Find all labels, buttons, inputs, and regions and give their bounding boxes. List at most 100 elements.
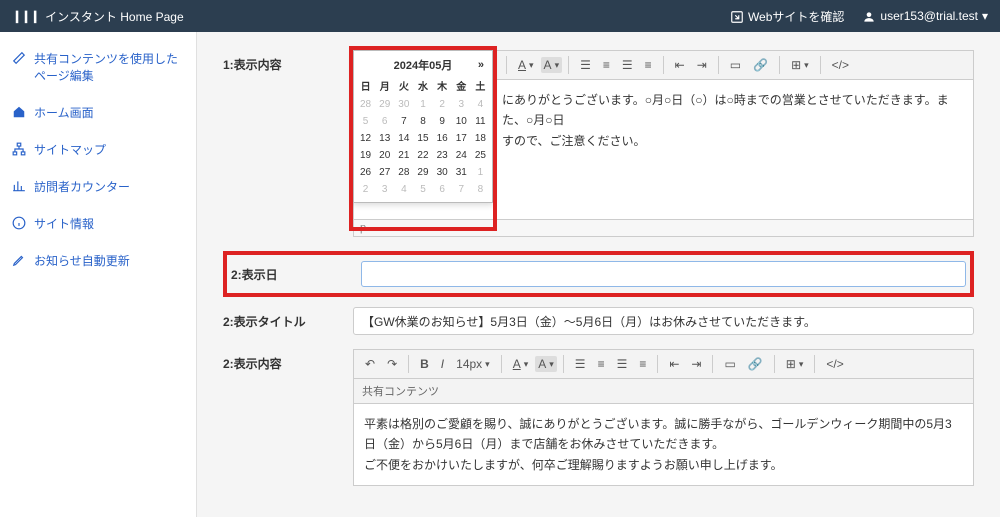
calendar-day[interactable]: 4 [471,96,490,113]
calendar-weekday: 火 [394,75,413,96]
editor-toolbar-2: ↶ ↷ B I 14px A A ☰ ≡ ☰ ≡ ⇤ ⇥ [353,349,974,379]
logo-icon: ❙❙❙ [12,9,39,23]
sidebar-item-counter[interactable]: 訪問者カウンター [0,168,196,205]
sidebar-item-shared-content-edit[interactable]: 共有コンテンツを使用したページ編集 [0,40,196,94]
code-button-2[interactable]: </> [821,354,848,374]
align-justify-button-2[interactable]: ≡ [634,354,651,374]
calendar-day[interactable]: 23 [433,147,452,164]
calendar-day[interactable]: 15 [413,130,432,147]
calendar-day[interactable]: 27 [375,164,394,181]
calendar-day[interactable]: 26 [356,164,375,181]
align-center-button[interactable]: ≡ [598,55,615,75]
undo-button[interactable]: ↶ [360,354,380,374]
calendar-day[interactable]: 5 [413,181,432,198]
bg-color-button-2[interactable]: A [535,356,557,372]
sidebar-item-sitemap[interactable]: サイトマップ [0,131,196,168]
align-right-button-2[interactable]: ☰ [612,354,633,374]
table-button[interactable]: ⊞ [786,55,814,75]
calendar-day[interactable]: 7 [394,113,413,130]
calendar-day[interactable]: 6 [375,113,394,130]
bold-button[interactable]: B [415,354,434,374]
calendar-day[interactable]: 20 [375,147,394,164]
align-center-button-2[interactable]: ≡ [593,354,610,374]
font-color-button[interactable]: A [513,55,539,75]
calendar-day[interactable]: 25 [471,147,490,164]
align-right-button[interactable]: ☰ [617,55,638,75]
calendar-day[interactable]: 29 [413,164,432,181]
title2-input[interactable] [353,307,974,335]
calendar-day[interactable]: 30 [433,164,452,181]
calendar-day[interactable]: 2 [356,181,375,198]
sidebar-item-site-info[interactable]: サイト情報 [0,205,196,242]
calendar-day[interactable]: 1 [471,164,490,181]
home-icon [12,105,26,119]
link-button[interactable]: 🔗 [748,55,773,75]
calendar-day[interactable]: 3 [452,96,471,113]
calendar-day[interactable]: 31 [452,164,471,181]
font-color-button-2[interactable]: A [508,354,534,374]
edit-icon [12,51,26,65]
calendar-day[interactable]: 1 [413,96,432,113]
sidebar-item-auto-update[interactable]: お知らせ自動更新 [0,242,196,279]
sidebar-item-home[interactable]: ホーム画面 [0,94,196,131]
date2-input[interactable] [361,261,966,287]
calendar-day[interactable]: 30 [394,96,413,113]
indent-button[interactable]: ⇥ [692,55,712,75]
calendar-day[interactable]: 5 [356,113,375,130]
image-button-2[interactable]: ▭ [719,354,740,374]
calendar-day[interactable]: 8 [471,181,490,198]
align-justify-button[interactable]: ≡ [640,55,657,75]
code-button[interactable]: </> [827,55,854,75]
calendar-day[interactable]: 19 [356,147,375,164]
calendar-day[interactable]: 29 [375,96,394,113]
app-header: ❙❙❙ インスタント Home Page Webサイトを確認 user153@t… [0,0,1000,32]
align-left-button[interactable]: ☰ [575,55,596,75]
calendar-day[interactable]: 24 [452,147,471,164]
sidebar-item-label: 訪問者カウンター [34,178,130,195]
calendar-day[interactable]: 22 [413,147,432,164]
calendar-day[interactable]: 13 [375,130,394,147]
calendar-day[interactable]: 4 [394,181,413,198]
bg-color-button[interactable]: A [541,57,563,73]
field-label-date2: 2:表示日 [231,266,361,283]
calendar-day[interactable]: 14 [394,130,413,147]
calendar-day[interactable]: 28 [394,164,413,181]
calendar-day[interactable]: 11 [471,113,490,130]
calendar-day[interactable]: 10 [452,113,471,130]
editor-content-2[interactable]: 平素は格別のご愛顧を賜り、誠にありがとうございます。誠に勝手ながら、ゴールデンウ… [353,404,974,486]
outdent-button-2[interactable]: ⇤ [664,354,684,374]
calendar-day[interactable]: 3 [375,181,394,198]
sitemap-icon [12,142,26,156]
align-left-button-2[interactable]: ☰ [570,354,591,374]
calendar-day[interactable]: 28 [356,96,375,113]
calendar-day[interactable]: 9 [433,113,452,130]
calendar-day[interactable]: 7 [452,181,471,198]
redo-button[interactable]: ↷ [382,354,402,374]
link-button-2[interactable]: 🔗 [743,354,768,374]
italic-button[interactable]: I [436,354,449,374]
user-icon [862,10,876,24]
font-size-select[interactable]: 14px [451,354,495,374]
calendar-day[interactable]: 18 [471,130,490,147]
calendar-weekday: 木 [433,75,452,96]
editor-status-1: p [353,220,974,237]
calendar-day[interactable]: 2 [433,96,452,113]
calendar-day[interactable]: 16 [433,130,452,147]
user-label: user153@trial.test [880,9,978,23]
date-picker[interactable]: 2024年05月 » 日月火水木金土 282930123456789101112… [353,50,493,203]
table-button-2[interactable]: ⊞ [781,354,809,374]
outdent-button[interactable]: ⇤ [670,55,690,75]
field-label-title2: 2:表示タイトル [223,313,353,330]
calendar-day[interactable]: 8 [413,113,432,130]
calendar-day[interactable]: 6 [433,181,452,198]
calendar-day[interactable]: 12 [356,130,375,147]
calendar-day[interactable]: 21 [394,147,413,164]
calendar-day[interactable]: 17 [452,130,471,147]
calendar-weekday: 金 [452,75,471,96]
user-menu[interactable]: user153@trial.test ▾ [862,9,988,24]
indent-button-2[interactable]: ⇥ [686,354,706,374]
check-website-link[interactable]: Webサイトを確認 [730,8,844,25]
calendar-next-icon[interactable]: » [478,59,484,71]
calendar-title: 2024年05月 [394,57,453,73]
image-button[interactable]: ▭ [725,55,746,75]
